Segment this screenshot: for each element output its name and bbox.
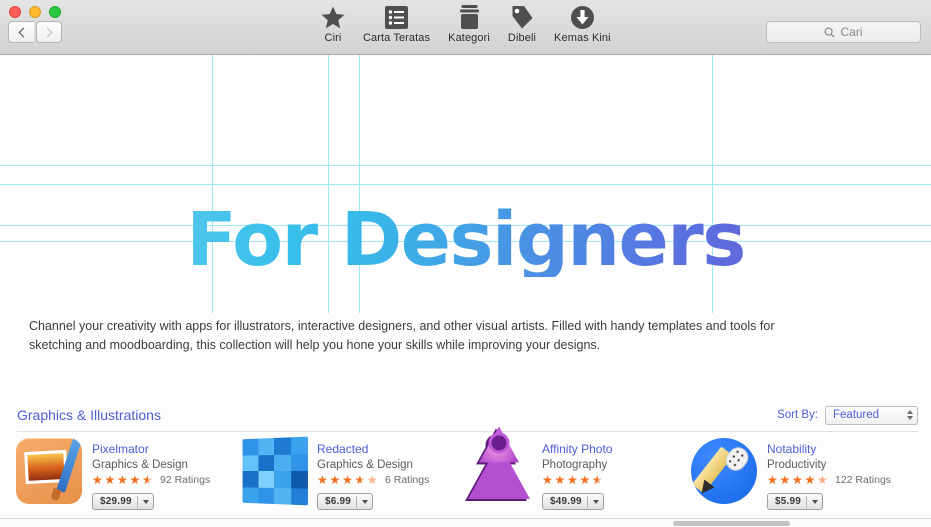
hero-title: For Designers: [0, 203, 931, 277]
app-store-window: Ciri Carta Teratas Kategori Dibeli Kemas…: [0, 0, 931, 527]
content-area: For Designers Channel your creativity wi…: [0, 55, 931, 527]
minimize-button[interactable]: [29, 6, 41, 18]
star-icon: [321, 3, 345, 29]
app-card[interactable]: Redacted Graphics & Design ★★★★★★★★★★ 6 …: [233, 436, 458, 510]
price-button[interactable]: $5.99: [767, 493, 824, 510]
horizontal-scrollbar[interactable]: [0, 518, 931, 527]
pixelmator-icon[interactable]: [16, 438, 82, 504]
chevron-down-icon: [812, 499, 819, 504]
app-rating: ★ ★ ★ ★ ★ ★ ★ ★ ★ ★: [542, 474, 613, 486]
redacted-icon[interactable]: [241, 436, 308, 506]
app-card[interactable]: Affinity Photo Photography ★ ★ ★ ★ ★ ★ ★ ★ ★ ★ $4…: [458, 426, 683, 510]
toolbar-tab-label: Kategori: [448, 32, 490, 44]
app-rating: ★★★★★★★★★★ 122 Ratings: [767, 474, 891, 486]
zoom-button[interactable]: [49, 6, 61, 18]
price-label: $5.99: [775, 496, 802, 507]
section-header: Graphics & Illustrations Sort By: Featur…: [0, 400, 931, 430]
window-toolbar: Ciri Carta Teratas Kategori Dibeli Kemas…: [0, 0, 931, 55]
app-name[interactable]: Pixelmator: [92, 442, 210, 456]
hero-banner[interactable]: For Designers: [0, 55, 931, 313]
guide-line: [0, 184, 931, 185]
app-category: Graphics & Design: [92, 459, 188, 471]
app-name[interactable]: Notability: [767, 442, 891, 456]
sort-label: Sort By:: [777, 409, 818, 421]
price-label: $49.99: [550, 496, 582, 507]
section-divider: [17, 431, 918, 432]
sort-select[interactable]: Featured: [825, 405, 918, 425]
star-rating-icon: ★★★★★★★★★★: [767, 473, 828, 487]
toolbar-tab-categories[interactable]: Kategori: [439, 3, 499, 44]
app-card[interactable]: Notability Productivity ★★★★★★★★★★ 122 R…: [683, 438, 908, 510]
toolbar-tab-label: Kemas Kini: [554, 32, 611, 44]
price-label: $6.99: [325, 496, 352, 507]
app-name[interactable]: Affinity Photo: [542, 442, 613, 456]
forward-button[interactable]: [36, 21, 62, 43]
tag-icon: [511, 3, 533, 29]
chevron-right-icon: [42, 27, 53, 37]
search-input[interactable]: Cari: [766, 21, 921, 43]
hero-description: Channel your creativity with apps for il…: [29, 319, 775, 352]
toolbar-tab-label: Carta Teratas: [363, 32, 431, 44]
star-rating-icon: ★★★★★★★★★★: [92, 473, 153, 487]
notability-icon[interactable]: [691, 438, 757, 504]
search-placeholder: Cari: [840, 25, 863, 39]
chevron-left-icon: [18, 27, 28, 37]
app-category: Graphics & Design: [317, 459, 413, 471]
chevron-down-icon: [142, 499, 149, 504]
sort-control: Sort By: Featured: [777, 405, 918, 425]
rating-count: 92 Ratings: [160, 474, 211, 486]
toolbar-tab-updates[interactable]: Kemas Kini: [545, 3, 620, 44]
price-button[interactable]: $49.99: [542, 493, 604, 510]
toolbar-tab-top-charts[interactable]: Carta Teratas: [354, 3, 439, 44]
toolbar-tab-label: Dibeli: [507, 32, 537, 44]
app-grid: Pixelmator Graphics & Design ★ ★ ★ ★ ★ ★ ★ ★ ★ ★ …: [0, 426, 931, 510]
traffic-light-buttons: [9, 6, 61, 18]
toolbar-tabs: Ciri Carta Teratas Kategori Dibeli Kemas…: [312, 3, 620, 44]
list-icon: [385, 3, 409, 29]
scrollbar-thumb[interactable]: [673, 521, 790, 526]
section-title: Graphics & Illustrations: [17, 407, 161, 423]
download-arrow-icon: [570, 3, 594, 29]
chevron-down-icon: [592, 499, 599, 504]
app-category: Productivity: [767, 459, 827, 471]
close-button[interactable]: [9, 6, 21, 18]
box-icon: [459, 3, 479, 29]
search-icon: [824, 27, 836, 38]
price-button[interactable]: $6.99: [317, 493, 374, 510]
star-rating-icon: ★★★★★★★★★★: [542, 473, 603, 487]
app-rating: ★ ★ ★ ★ ★ ★ ★ ★ ★ ★ 92 Ratings: [92, 474, 210, 486]
toolbar-tab-label: Ciri: [324, 32, 342, 44]
rating-count: 6 Ratings: [385, 474, 430, 486]
chevron-down-icon: [362, 499, 369, 504]
toolbar-tab-featured[interactable]: Ciri: [312, 3, 354, 44]
back-button[interactable]: [8, 21, 34, 43]
app-card[interactable]: Pixelmator Graphics & Design ★ ★ ★ ★ ★ ★ ★ ★ ★ ★ …: [8, 438, 233, 510]
app-category: Photography: [542, 459, 608, 471]
guide-line: [0, 165, 931, 166]
sort-selected-value: Featured: [833, 409, 880, 421]
toolbar-tab-purchased[interactable]: Dibeli: [499, 3, 545, 44]
navigation-buttons: [8, 21, 62, 43]
affinity-photo-icon[interactable]: [466, 426, 532, 504]
star-rating-icon: ★★★★★★★★★★: [317, 473, 378, 487]
stepper-icon: [907, 410, 913, 420]
rating-count: 122 Ratings: [835, 474, 892, 486]
price-label: $29.99: [100, 496, 132, 507]
app-name[interactable]: Redacted: [317, 442, 429, 456]
app-rating: ★★★★★★★★★★ 6 Ratings: [317, 474, 429, 486]
price-button[interactable]: $29.99: [92, 493, 154, 510]
